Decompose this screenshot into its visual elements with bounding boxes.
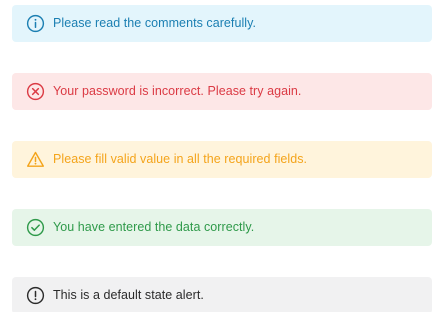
success-alert: You have entered the data correctly. bbox=[12, 209, 432, 246]
alert-message: This is a default state alert. bbox=[53, 288, 204, 303]
x-circle-icon bbox=[26, 82, 45, 101]
alert-message: Please read the comments carefully. bbox=[53, 16, 257, 31]
warning-alert: Please fill valid value in all the requi… bbox=[12, 141, 432, 178]
error-alert: Your password is incorrect. Please try a… bbox=[12, 73, 432, 110]
info-alert: Please read the comments carefully. bbox=[12, 5, 432, 42]
alert-message: You have entered the data correctly. bbox=[53, 220, 255, 235]
alert-message: Please fill valid value in all the requi… bbox=[53, 152, 308, 167]
alerts-list: Please read the comments carefully. Your… bbox=[0, 0, 438, 312]
exclamation-circle-icon bbox=[26, 286, 45, 305]
check-circle-icon bbox=[26, 218, 45, 237]
info-circle-icon bbox=[26, 14, 45, 33]
warning-triangle-icon bbox=[26, 150, 45, 169]
alert-message: Your password is incorrect. Please try a… bbox=[53, 84, 302, 99]
default-alert: This is a default state alert. bbox=[12, 277, 432, 312]
